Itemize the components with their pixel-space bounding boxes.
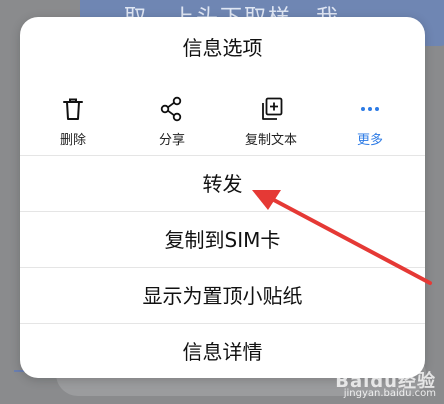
share-label: 分享: [158, 133, 185, 148]
delete-label: 删除: [59, 133, 86, 148]
copy-text-button[interactable]: 复制文本: [236, 95, 306, 155]
share-icon: [160, 96, 182, 122]
divider: [20, 267, 425, 268]
divider: [20, 155, 425, 156]
copy-to-sim-option[interactable]: 复制到SIM卡: [20, 213, 425, 267]
more-icon: [361, 107, 379, 111]
watermark-brand: Baidu经验: [335, 371, 436, 392]
more-label: 更多: [356, 133, 383, 148]
divider: [20, 211, 425, 212]
divider: [20, 323, 425, 324]
pin-sticker-option[interactable]: 显示为置顶小贴纸: [20, 269, 425, 323]
more-button[interactable]: 更多: [335, 95, 405, 155]
action-row: 删除 分享 复制文本 更多: [20, 95, 425, 155]
copy-text-icon: [262, 97, 283, 120]
copy-text-label: 复制文本: [244, 133, 297, 148]
share-button[interactable]: 分享: [137, 95, 207, 155]
delete-button[interactable]: 删除: [38, 95, 108, 155]
trash-icon: [63, 98, 83, 120]
message-options-sheet: 信息选项 删除 分享 复制文本 更多 转发 复制到SIM卡 显示为置顶小贴纸 信…: [20, 17, 425, 378]
sheet-title: 信息选项: [182, 36, 263, 60]
watermark: Baidu经验 jingyan.baidu.com: [335, 371, 436, 400]
forward-option[interactable]: 转发: [20, 157, 425, 211]
